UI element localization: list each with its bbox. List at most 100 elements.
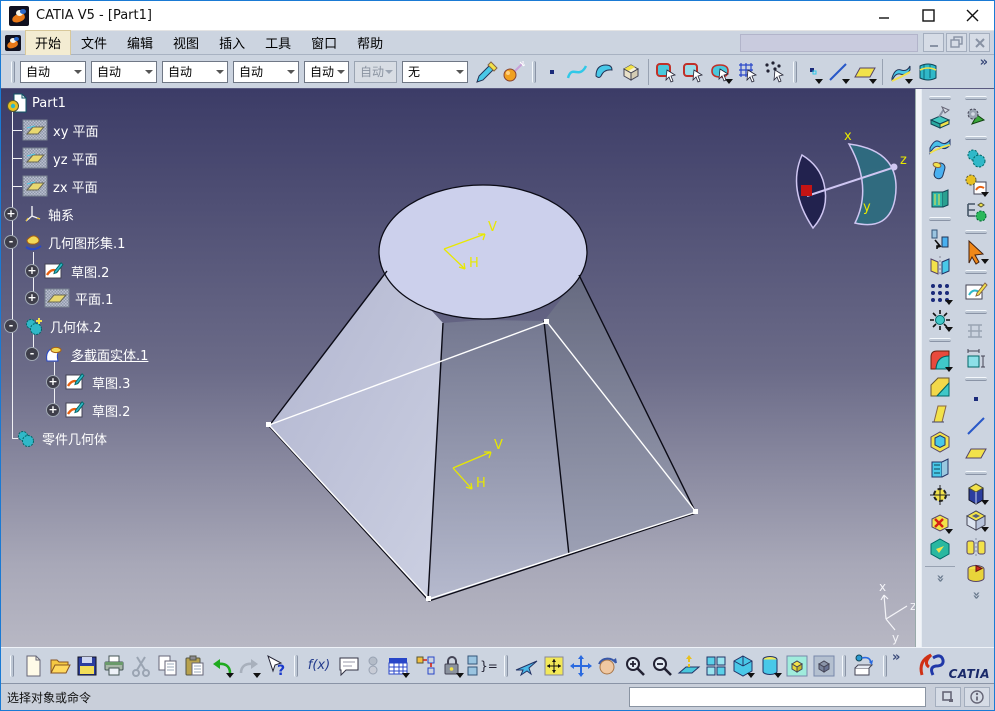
document-icon[interactable] xyxy=(5,35,21,51)
plane-icon[interactable] xyxy=(962,440,990,466)
mdi-close-icon[interactable] xyxy=(969,33,990,52)
fit-all-in-icon[interactable] xyxy=(540,652,567,679)
remove-lump-icon[interactable] xyxy=(926,509,954,535)
toolbar-grip[interactable] xyxy=(965,136,987,140)
render-style-icon[interactable] xyxy=(756,652,783,679)
tree-item-yz-plane[interactable]: yz 平面 xyxy=(22,147,98,169)
line-tool-icon[interactable] xyxy=(824,58,851,85)
translate-icon[interactable] xyxy=(926,226,954,252)
menu-start[interactable]: 开始 xyxy=(25,30,71,56)
line-icon[interactable] xyxy=(962,413,990,439)
relations-icon[interactable] xyxy=(411,652,438,679)
zoom-in-icon[interactable] xyxy=(621,652,648,679)
menu-window[interactable]: 窗口 xyxy=(301,30,347,56)
multi-view-icon[interactable] xyxy=(702,652,729,679)
pattern-icon[interactable] xyxy=(926,280,954,306)
pad-icon[interactable] xyxy=(962,480,990,506)
pan-icon[interactable] xyxy=(567,652,594,679)
surface-patch-icon[interactable] xyxy=(590,58,617,85)
select-arrow-icon[interactable] xyxy=(962,239,990,265)
menu-edit[interactable]: 编辑 xyxy=(117,30,163,56)
insert-body-icon[interactable] xyxy=(962,105,990,131)
paste-icon[interactable] xyxy=(181,652,208,679)
instantiate-document-icon[interactable] xyxy=(851,652,878,679)
tap-thread-icon[interactable] xyxy=(926,482,954,508)
equivalent-dimensions-icon[interactable]: }= xyxy=(465,652,499,679)
expand-icon[interactable]: + xyxy=(46,403,60,417)
mirror-icon[interactable] xyxy=(926,253,954,279)
normal-view-icon[interactable] xyxy=(675,652,702,679)
body-gears-icon[interactable] xyxy=(962,145,990,171)
compass-anchor[interactable] xyxy=(801,185,812,196)
select-points-icon[interactable] xyxy=(761,58,788,85)
line-weight-dropdown[interactable]: 自动 xyxy=(233,61,299,83)
point-icon[interactable] xyxy=(962,386,990,412)
iso-view-icon[interactable] xyxy=(729,652,756,679)
cut-icon[interactable] xyxy=(127,652,154,679)
rotate-icon[interactable] xyxy=(594,652,621,679)
wrap-surface-icon[interactable] xyxy=(914,58,941,85)
new-file-icon[interactable] xyxy=(19,652,46,679)
mdi-restore-icon[interactable] xyxy=(946,33,967,52)
toolbar-grip[interactable] xyxy=(965,310,987,314)
context-help-icon[interactable]: ? xyxy=(262,652,289,679)
stiffener-icon[interactable] xyxy=(926,186,954,212)
toolbar-grip[interactable] xyxy=(11,61,15,83)
sweep-surface-icon[interactable] xyxy=(887,58,914,85)
painter-icon[interactable] xyxy=(473,58,500,85)
tree-item-body2[interactable]: - 几何体.2 xyxy=(4,315,101,337)
tree-item-xy-plane[interactable]: xy 平面 xyxy=(22,119,99,141)
menu-help[interactable]: 帮助 xyxy=(347,30,393,56)
chamfer-icon[interactable] xyxy=(926,374,954,400)
mdi-minimize-icon[interactable] xyxy=(923,33,944,52)
line-type-dropdown[interactable]: 自动 xyxy=(162,61,228,83)
split-solid-icon[interactable] xyxy=(926,105,954,131)
copy-icon[interactable] xyxy=(154,652,181,679)
select-face-icon[interactable] xyxy=(653,58,680,85)
expand-icon[interactable]: + xyxy=(25,264,39,278)
shell-icon[interactable] xyxy=(926,428,954,454)
toolbar-grip[interactable] xyxy=(842,655,846,677)
toolbar-overflow-icon[interactable]: » xyxy=(980,55,988,70)
plane-tool-icon[interactable] xyxy=(851,58,878,85)
hide-show-icon[interactable] xyxy=(783,652,810,679)
save-icon[interactable] xyxy=(73,652,100,679)
toolbar-overflow-down-icon[interactable]: » xyxy=(933,574,948,582)
sketcher-icon[interactable] xyxy=(962,279,990,305)
solid-from-sketch-icon[interactable] xyxy=(962,172,990,198)
point-tool-icon[interactable] xyxy=(802,58,824,85)
collapse-icon[interactable]: - xyxy=(4,319,18,333)
constraints-gray-icon[interactable] xyxy=(962,319,990,345)
select-edge-icon[interactable] xyxy=(680,58,707,85)
tree-item-axis-system[interactable]: + 轴系 xyxy=(4,203,74,225)
tree-item-multisection-solid[interactable]: - 多截面实体.1 xyxy=(25,343,148,365)
menu-view[interactable]: 视图 xyxy=(163,30,209,56)
shaft-icon[interactable] xyxy=(962,561,990,587)
menu-file[interactable]: 文件 xyxy=(71,30,117,56)
toolbar-grip[interactable] xyxy=(965,230,987,234)
tree-item-sketch2[interactable]: + 草图.2 xyxy=(46,399,130,421)
toolbar-grip[interactable] xyxy=(965,471,987,475)
toolbar-overflow-down-icon[interactable]: » xyxy=(969,591,984,599)
select-solid-icon[interactable] xyxy=(707,58,734,85)
toolbar-grip[interactable] xyxy=(929,217,951,221)
point-icon[interactable] xyxy=(541,58,563,85)
print-icon[interactable] xyxy=(100,652,127,679)
fill-color-dropdown[interactable]: 自动 xyxy=(20,61,86,83)
collapse-icon[interactable]: - xyxy=(25,347,39,361)
open-file-icon[interactable] xyxy=(46,652,73,679)
layer-dropdown[interactable]: 无 xyxy=(402,61,468,83)
expand-icon[interactable]: + xyxy=(25,291,39,305)
fly-mode-icon[interactable] xyxy=(513,652,540,679)
knowledge-info-icon[interactable] xyxy=(964,687,990,707)
toolbar-grip[interactable] xyxy=(883,655,887,677)
swap-visible-space-icon[interactable] xyxy=(810,652,837,679)
toolbar-grip[interactable] xyxy=(532,61,536,83)
close-icon[interactable] xyxy=(950,1,994,31)
title-bar[interactable]: CATIA V5 - [Part1] xyxy=(1,1,994,31)
rib-icon[interactable] xyxy=(926,159,954,185)
tree-item-geometric-set[interactable]: - 几何图形集.1 xyxy=(4,231,125,253)
menu-insert[interactable]: 插入 xyxy=(209,30,255,56)
edge-fillet-icon[interactable] xyxy=(926,347,954,373)
groove-icon[interactable] xyxy=(962,534,990,560)
